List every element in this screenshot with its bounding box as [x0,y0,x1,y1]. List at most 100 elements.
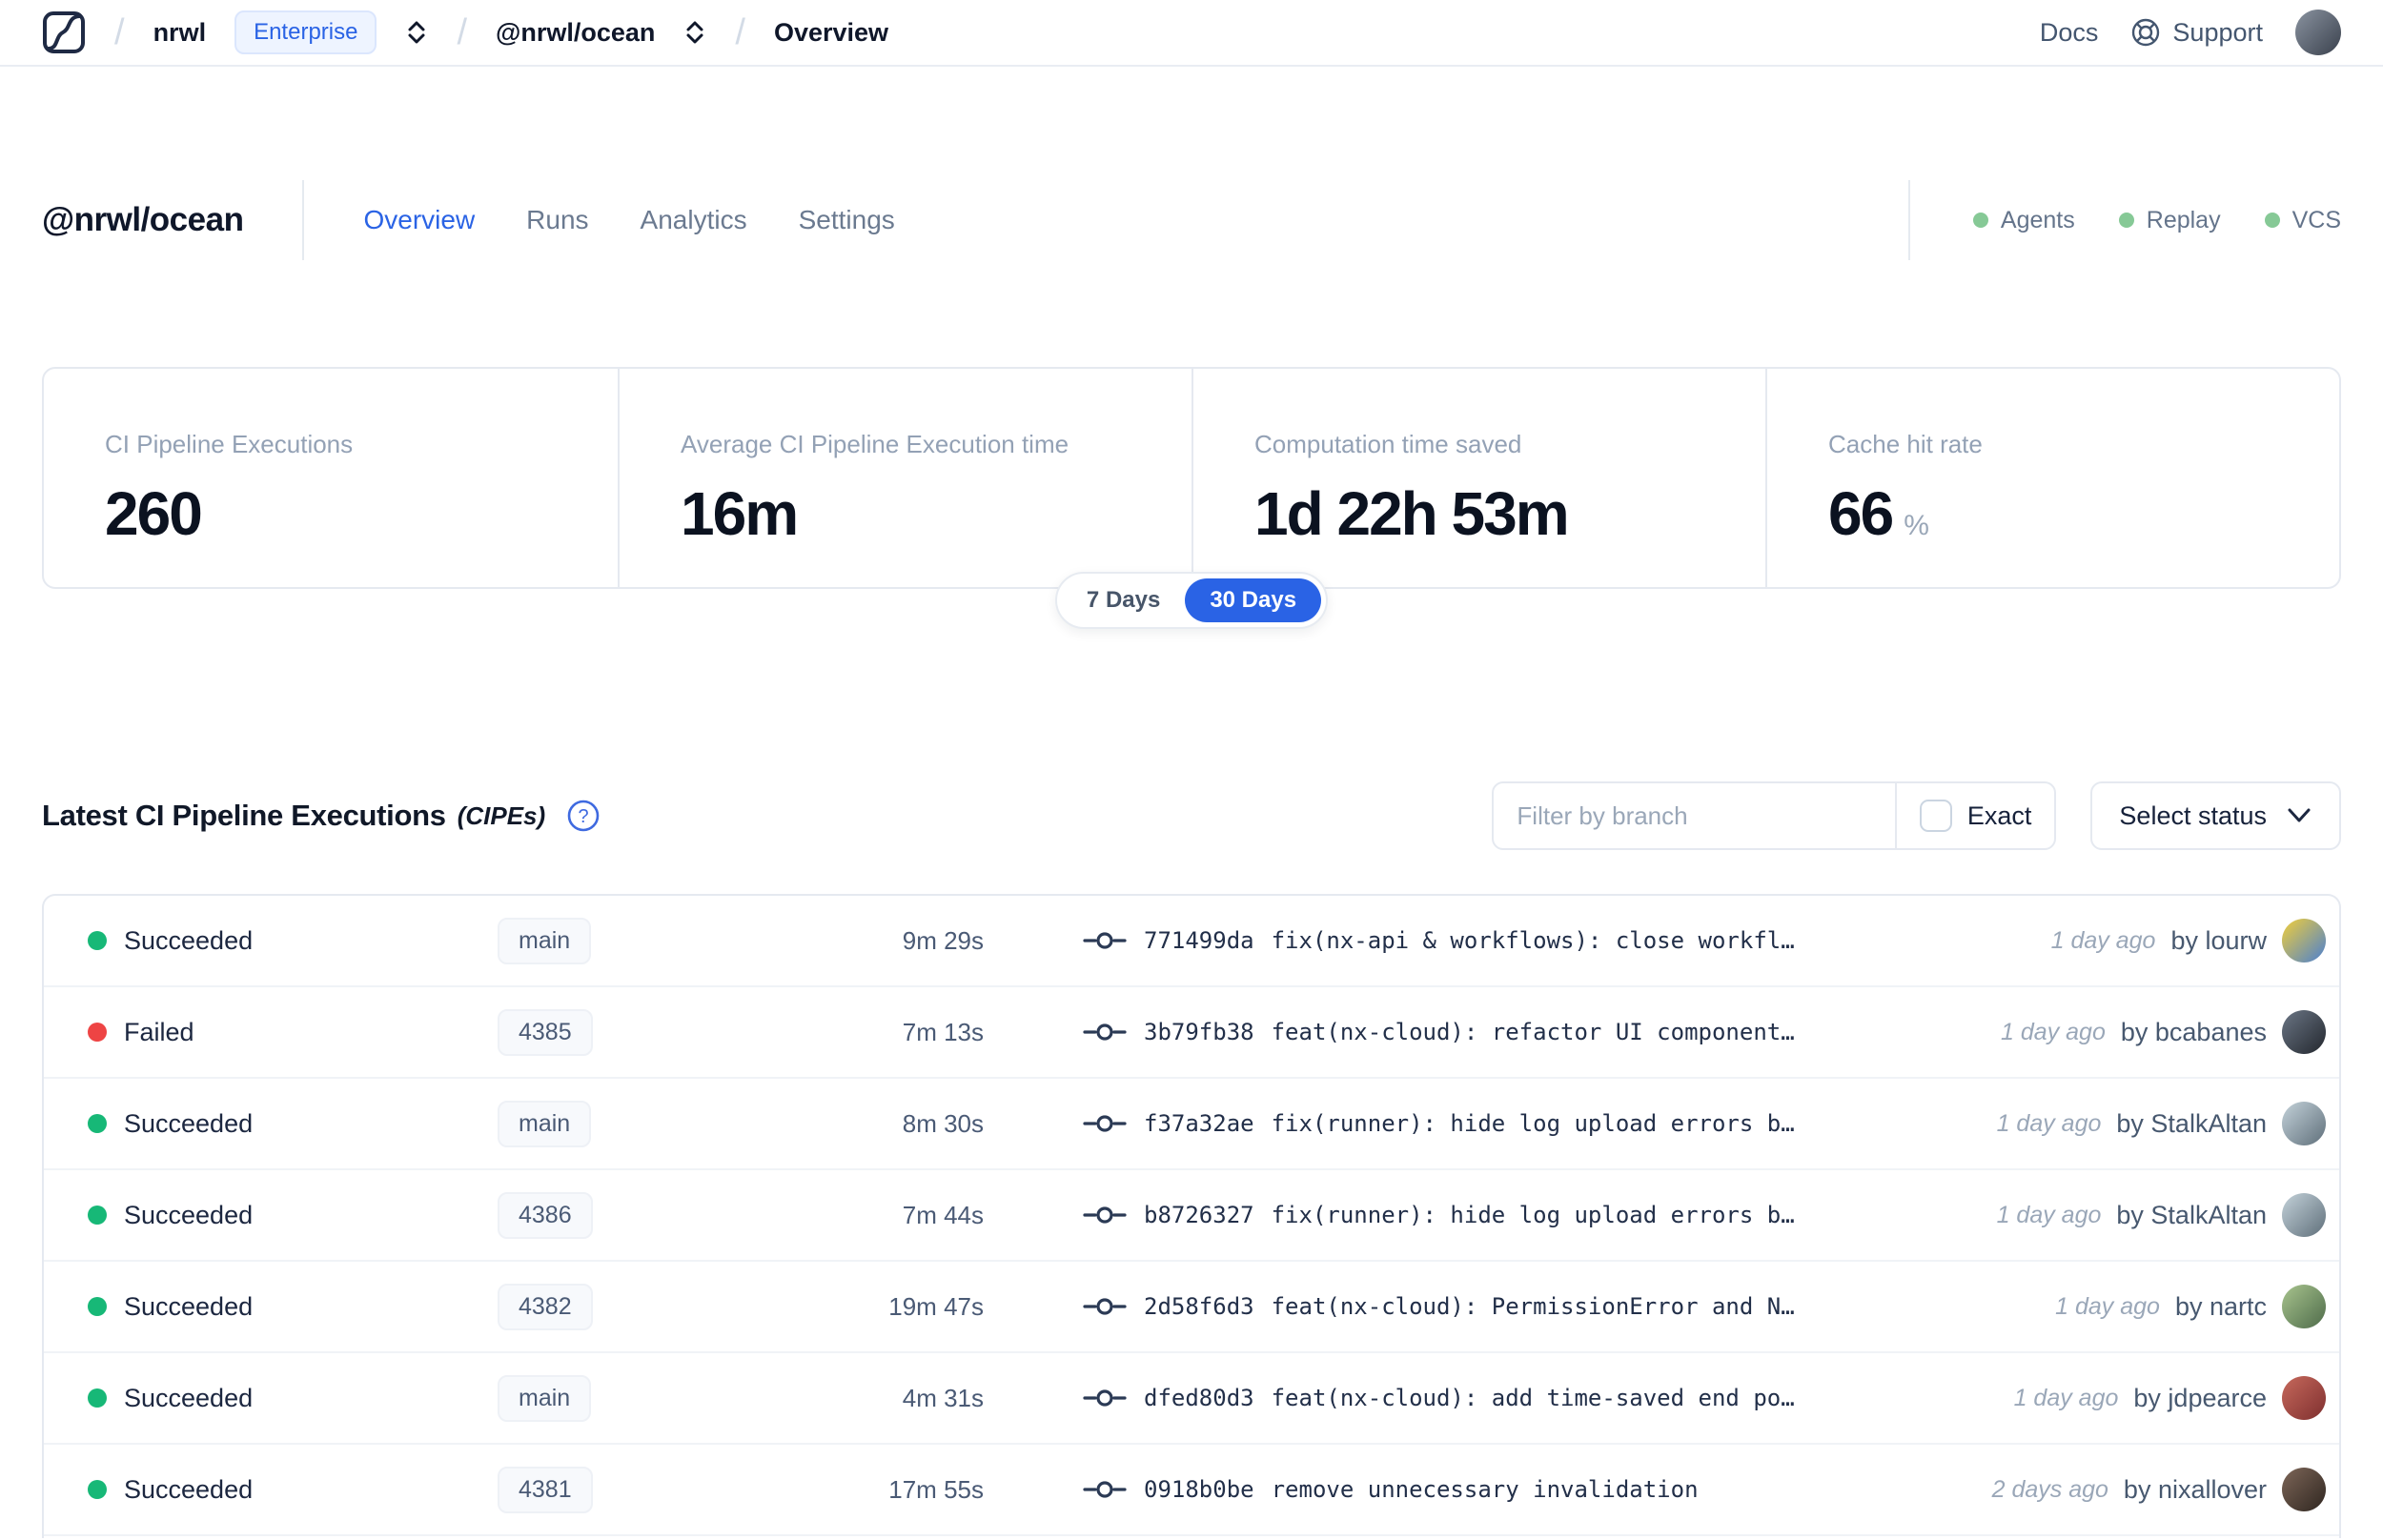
workspace-header: @nrwl/ocean Overview Runs Analytics Sett… [0,179,2383,261]
range-toggle-option[interactable]: 30 Days [1185,578,1322,622]
stat-label: Cache hit rate [1828,430,1983,458]
cipe-table-body: Succeeded main 9m 29s 771499da fix(nx-ap… [44,896,2339,1536]
support-link[interactable]: Support [2130,17,2263,48]
commit-hash[interactable]: 3b79fb38 [1144,1019,1254,1045]
cipe-row[interactable]: Succeeded main 9m 29s 771499da fix(nx-ap… [44,896,2339,987]
duration-label: 8m 30s [902,1108,984,1138]
status-label: Succeeded [124,1383,254,1412]
stat-label: Average CI Pipeline Execution time [681,430,1069,458]
indicator-agents[interactable]: Agents [1972,206,2075,234]
branch-badge[interactable]: 4381 [498,1466,593,1513]
svg-text:?: ? [579,806,589,827]
commit-cell: 3b79fb38 feat(nx-cloud): refactor UI com… [1083,1019,1982,1045]
green-status-dot [2264,213,2280,228]
section-title-suffix: (CIPEs) [457,800,546,830]
tab-overview[interactable]: Overview [363,205,475,235]
git-commit-icon [1083,1386,1127,1410]
branch-cell: main [498,917,831,964]
exact-match-toggle[interactable]: Exact [1897,800,2055,832]
org-switcher-chevrons-icon[interactable] [405,19,428,46]
status-cell: Succeeded [88,1201,498,1230]
duration-label: 9m 29s [902,925,984,955]
relative-time: 2 days ago [1991,1475,2108,1503]
commit-hash[interactable]: b8726327 [1144,1202,1254,1228]
branch-badge[interactable]: main [498,1100,592,1147]
branch-badge[interactable]: 4386 [498,1191,593,1239]
cipe-row[interactable]: Succeeded 4386 7m 44s b8726327 fix(runne… [44,1170,2339,1262]
nx-cloud-logo-icon[interactable] [42,10,86,54]
branch-cell: 4385 [498,1008,831,1056]
page-title: @nrwl/ocean [42,201,244,238]
help-icon[interactable]: ? [566,799,601,833]
avatar [2282,1376,2326,1420]
select-status-dropdown[interactable]: Select status [2090,781,2341,850]
status-label: Succeeded [124,1200,254,1229]
branch-cell: main [498,1374,831,1422]
stat-label: Computation time saved [1254,430,1522,458]
duration-label: 7m 13s [902,1017,984,1046]
branch-cell: main [498,1100,831,1147]
duration-label: 4m 31s [902,1383,984,1412]
commit-hash[interactable]: f37a32ae [1144,1110,1254,1137]
status-cell: Succeeded [88,926,498,956]
row-meta: 1 day ago by bcabanes [1982,1010,2326,1054]
docs-link[interactable]: Docs [2040,18,2099,48]
breadcrumb-workspace[interactable]: @nrwl/ocean [496,18,655,48]
cipe-row[interactable]: Succeeded main 4m 31s dfed80d3 feat(nx-c… [44,1353,2339,1445]
git-commit-icon [1083,1111,1127,1136]
commit-message: fix(runner): hide log upload errors b… [1271,1202,1795,1228]
indicator-label: Agents [2000,206,2075,233]
tab-analytics[interactable]: Analytics [641,205,747,235]
indicator-vcs[interactable]: VCS [2264,207,2341,234]
workspace-switcher-chevrons-icon[interactable] [683,19,706,46]
breadcrumb-separator: / [457,12,468,52]
branch-filter-input[interactable] [1494,783,1895,848]
status-label: Succeeded [124,1291,254,1321]
tab-settings[interactable]: Settings [799,205,895,235]
indicator-replay[interactable]: Replay [2118,207,2221,234]
avatar [2282,919,2326,962]
breadcrumb-separator: / [735,12,745,52]
branch-badge[interactable]: main [498,1374,592,1422]
cipe-row[interactable]: Succeeded 4382 19m 47s 2d58f6d3 feat(nx-… [44,1262,2339,1353]
relative-time: 1 day ago [2013,1384,2119,1411]
branch-badge[interactable]: 4385 [498,1008,593,1056]
status-dot [88,1388,107,1408]
stats-cards: CI Pipeline Executions 260 Average CI Pi… [42,367,2341,589]
branch-cell: 4386 [498,1191,831,1239]
commit-hash[interactable]: 771499da [1144,927,1254,954]
branch-badge[interactable]: main [498,917,592,964]
cipe-row[interactable]: Failed 4385 7m 13s 3b79fb38 feat(nx-clou… [44,987,2339,1079]
cipe-table: Succeeded main 9m 29s 771499da fix(nx-ap… [42,894,2341,1538]
commit-message: feat(nx-cloud): refactor UI component… [1271,1019,1795,1045]
nav-actions: Docs Support [2040,10,2341,55]
duration-label: 19m 47s [888,1291,984,1321]
top-nav: / nrwl Enterprise / @nrwl/ocean / Overvi… [0,0,2383,67]
cipe-row[interactable]: Succeeded 4381 17m 55s 0918b0be remove u… [44,1445,2339,1536]
status-label: Failed [124,1017,194,1046]
row-meta: 1 day ago by jdpearce [1995,1376,2326,1420]
commit-hash[interactable]: 0918b0be [1144,1476,1254,1503]
cipe-row[interactable]: Succeeded main 8m 30s f37a32ae fix(runne… [44,1079,2339,1170]
relative-time: 1 day ago [2055,1292,2160,1320]
row-meta: 2 days ago by nixallover [1973,1468,2326,1511]
stat-value: 260 [105,479,203,548]
workspace-tabs: Overview Runs Analytics Settings [363,205,894,235]
tab-runs[interactable]: Runs [526,205,588,235]
status-dot [88,1023,107,1042]
commit-hash[interactable]: 2d58f6d3 [1144,1293,1254,1320]
branch-badge[interactable]: 4382 [498,1283,593,1330]
range-toggle-option[interactable]: 7 Days [1062,578,1185,622]
breadcrumb-org[interactable]: nrwl [153,18,207,48]
user-avatar[interactable] [2295,10,2341,55]
row-meta: 1 day ago by StalkAltan [1978,1102,2326,1145]
relative-time: 1 day ago [2001,1018,2106,1045]
git-commit-icon [1083,1477,1127,1502]
stat-card-ci-pipeline-executions: CI Pipeline Executions 260 [44,369,618,587]
exact-checkbox[interactable] [1919,800,1952,832]
git-commit-icon [1083,1294,1127,1319]
commit-message: remove unnecessary invalidation [1271,1476,1699,1503]
breadcrumb: / nrwl Enterprise / @nrwl/ocean / Overvi… [42,10,888,54]
avatar [2282,1102,2326,1145]
commit-hash[interactable]: dfed80d3 [1144,1385,1254,1411]
